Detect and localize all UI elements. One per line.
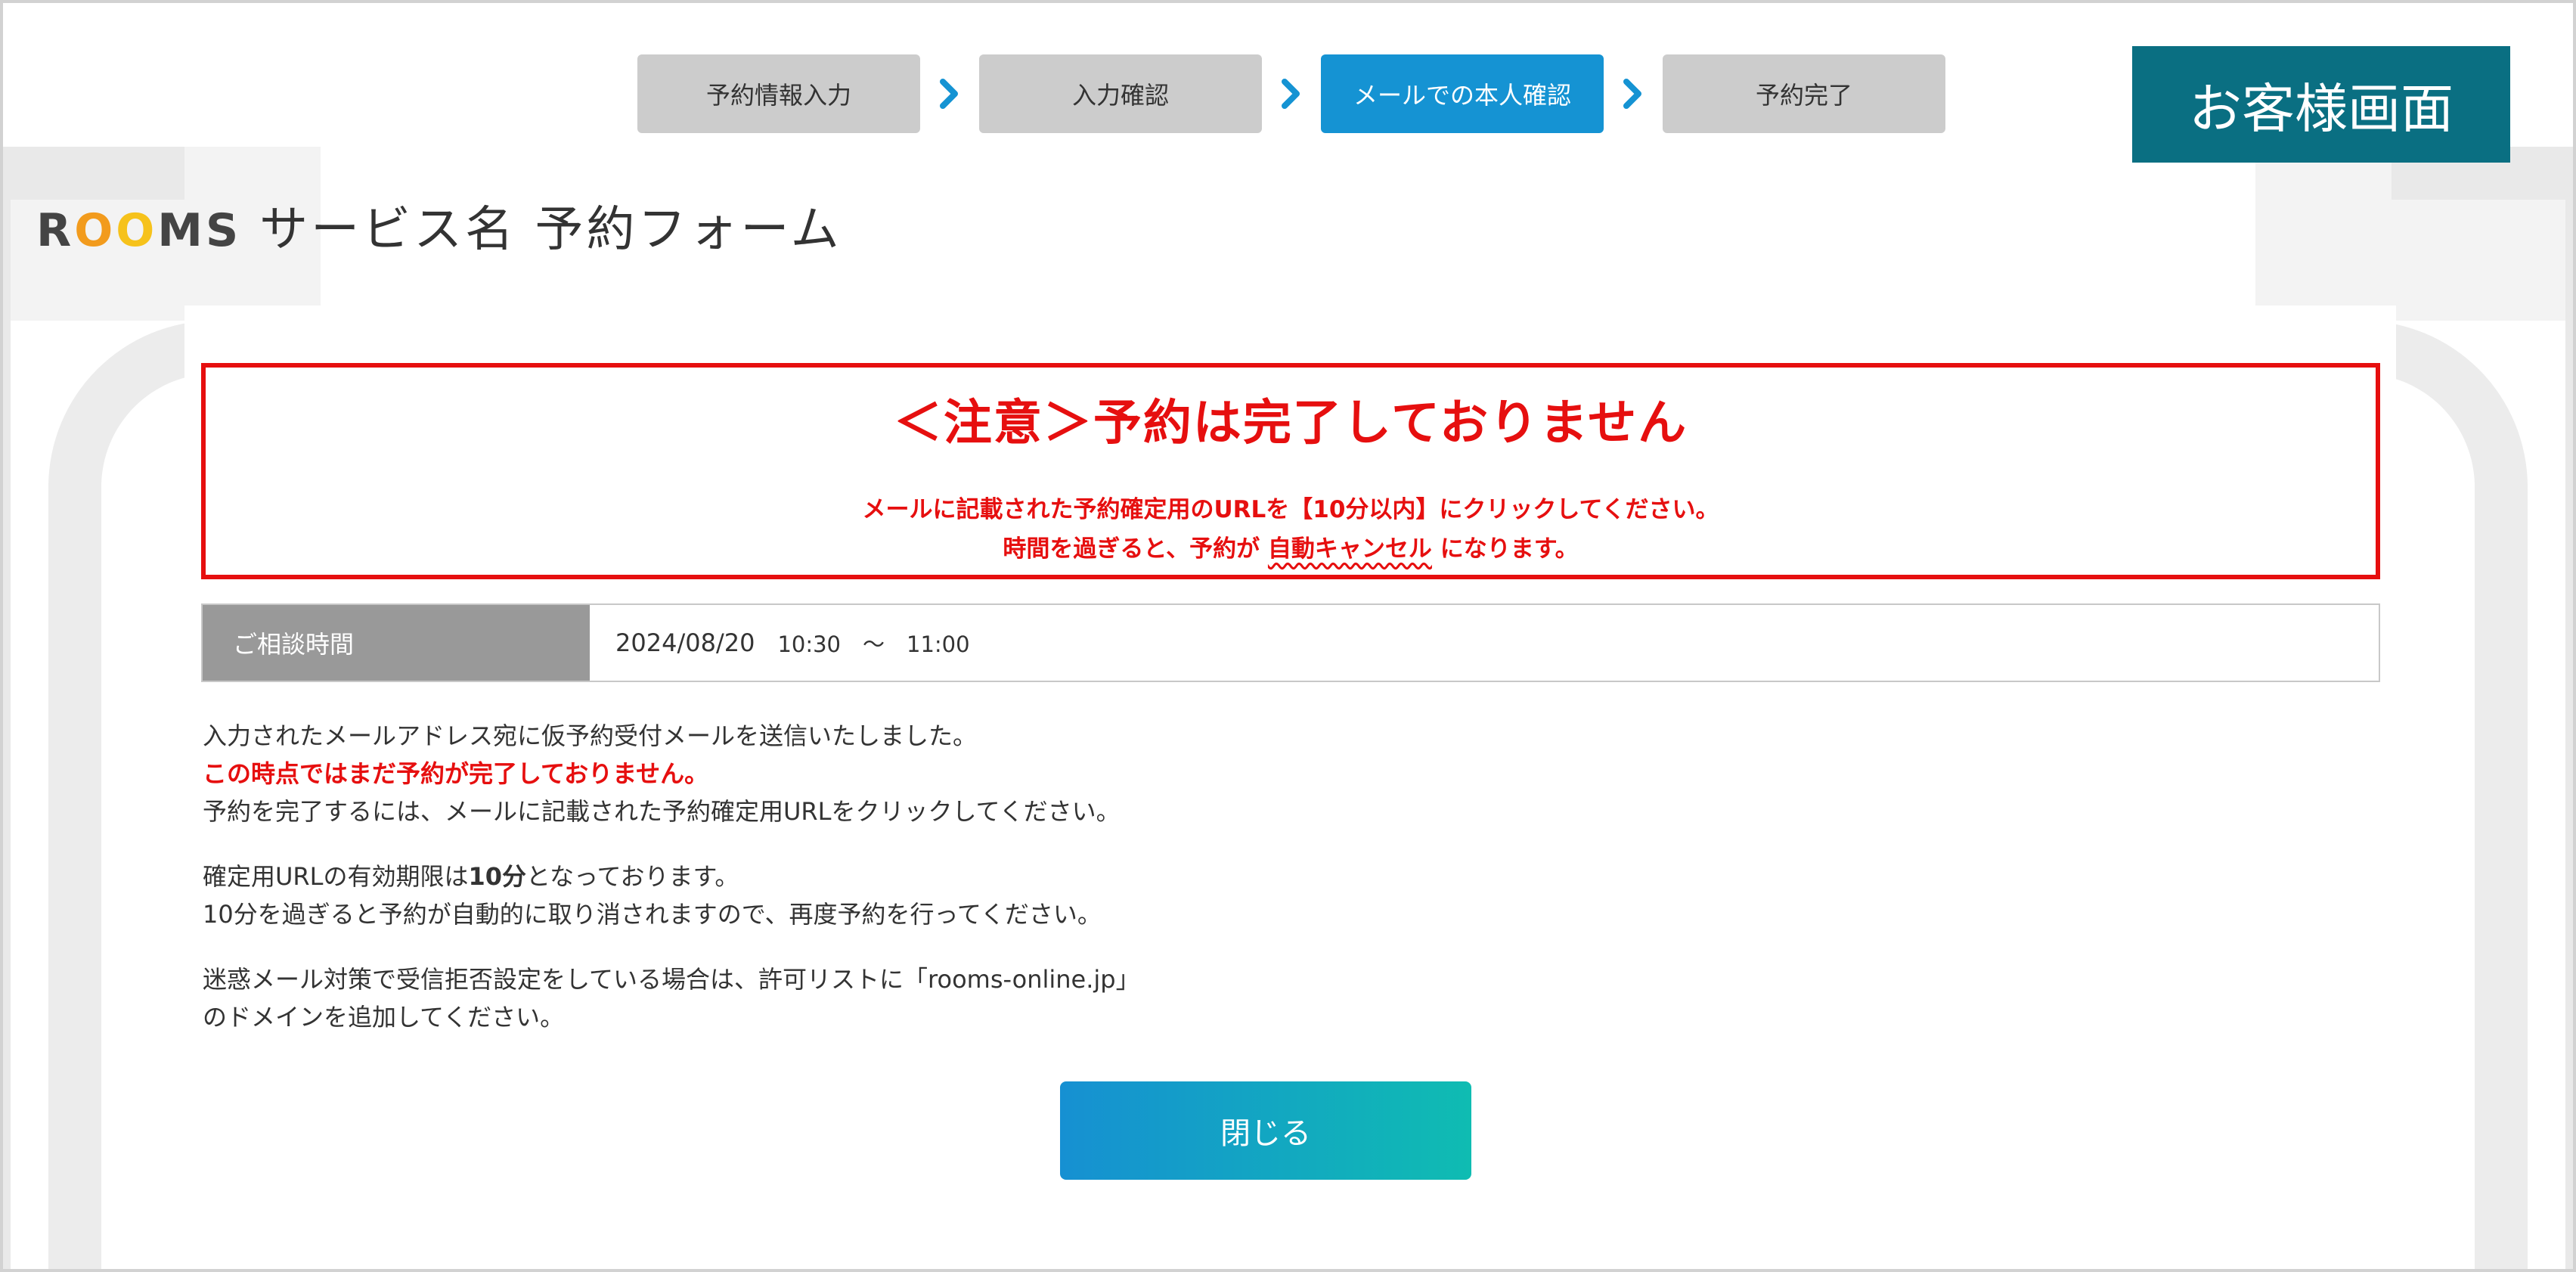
consultation-time-range: 10:30 ～ 11:00	[777, 631, 970, 657]
consultation-date: 2024/08/20	[615, 628, 755, 657]
expiry-time: 10分	[468, 862, 527, 891]
message-paragraph: 迷惑メール対策で受信拒否設定をしている場合は、許可リストに「rooms-onli…	[203, 960, 2320, 1036]
warning-box: ＜注意＞予約は完了しておりません メールに記載された予約確定用のURLを【10分…	[201, 363, 2380, 579]
message-line: 入力されたメールアドレス宛に仮予約受付メールを送信いたしました。	[203, 721, 978, 750]
warning-line: メールに記載された予約確定用のURLを【10分以内】にクリックしてください。	[862, 496, 1719, 523]
page-title: サービス名 予約フォーム	[259, 202, 842, 258]
consultation-time-value: 2024/08/20 10:30 ～ 11:00	[590, 605, 970, 681]
step-email-verification: メールでの本人確認	[1321, 54, 1604, 133]
chevron-right-icon	[1604, 54, 1663, 133]
step-reservation-input: 予約情報入力	[637, 54, 920, 133]
message-line: 迷惑メール対策で受信拒否設定をしている場合は、許可リストに「rooms-onli…	[203, 965, 1140, 994]
step-input-confirm: 入力確認	[979, 54, 1262, 133]
close-button[interactable]: 閉じる	[1060, 1081, 1471, 1180]
logo-letter: O	[74, 204, 116, 257]
chevron-right-icon	[920, 54, 979, 133]
warning-title: ＜注意＞予約は完了しておりません	[893, 396, 1688, 451]
warning-text-part: 時間を過ぎると、予約が	[1003, 535, 1268, 563]
message-line: 確定用URLの有効期限は	[203, 862, 469, 891]
logo-letter: R	[36, 204, 75, 257]
consultation-time-label: ご相談時間	[203, 605, 590, 681]
message-body: 入力されたメールアドレス宛に仮予約受付メールを送信いたしました。 この時点ではま…	[203, 717, 2320, 1063]
message-line: となっております。	[526, 862, 739, 891]
message-line: 10分を過ぎると予約が自動的に取り消されますので、再度予約を行ってください。	[203, 900, 1102, 929]
message-paragraph: 確定用URLの有効期限は10分となっております。 10分を過ぎると予約が自動的に…	[203, 858, 2320, 933]
step-reservation-complete: 予約完了	[1663, 54, 1945, 133]
not-complete-notice: この時点ではまだ予約が完了しておりません。	[203, 759, 709, 788]
chevron-right-icon	[1262, 54, 1321, 133]
warning-line: 時間を過ぎると、予約が 自動キャンセル になります。	[206, 529, 2376, 569]
progress-steps: 予約情報入力 入力確認 メールでの本人確認 予約完了	[637, 54, 1945, 133]
consultation-time-row: ご相談時間 2024/08/20 10:30 ～ 11:00	[201, 603, 2380, 682]
message-paragraph: 入力されたメールアドレス宛に仮予約受付メールを送信いたしました。 この時点ではま…	[203, 717, 2320, 830]
page: 予約情報入力 入力確認 メールでの本人確認 予約完了 お客様画面 ROOMS サ…	[0, 0, 2576, 1272]
header: ROOMS サービス名 予約フォーム	[36, 191, 842, 260]
logo-letter: O	[116, 204, 158, 257]
customer-screen-badge: お客様画面	[2132, 46, 2510, 163]
logo-letter: MS	[157, 204, 242, 257]
message-line: のドメインを追加してください。	[203, 1003, 565, 1032]
rooms-logo: ROOMS	[36, 204, 241, 257]
auto-cancel-emphasis: 自動キャンセル	[1267, 535, 1432, 563]
warning-text: メールに記載された予約確定用のURLを【10分以内】にクリックしてください。 時…	[206, 490, 2376, 569]
message-line: 予約を完了するには、メールに記載された予約確定用URLをクリックしてください。	[203, 797, 1121, 826]
warning-text-part: になります。	[1431, 535, 1579, 563]
